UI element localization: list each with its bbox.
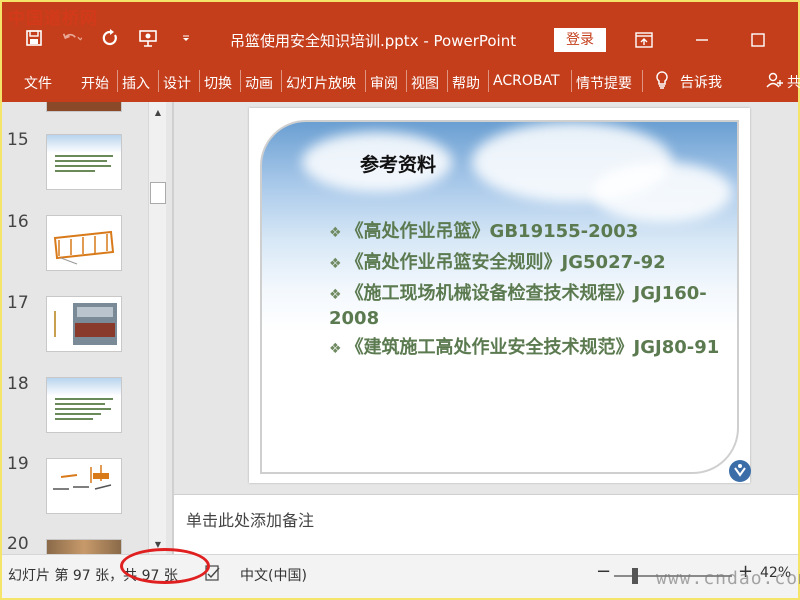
tab-home[interactable]: 开始 <box>81 73 109 93</box>
ribbon-display-options-icon[interactable] <box>632 30 656 50</box>
reference-text: 《高处作业吊篮安全规则》JG5027-92 <box>345 252 666 273</box>
site-logo-icon <box>729 460 751 482</box>
tab-insert[interactable]: 插入 <box>122 73 150 93</box>
tab-review[interactable]: 审阅 <box>370 73 398 93</box>
person-add-icon <box>766 71 784 93</box>
tab-separator <box>365 70 366 92</box>
diamond-bullet-icon: ❖ <box>329 225 342 241</box>
diamond-bullet-icon: ❖ <box>329 256 342 272</box>
zoom-out-button[interactable]: − <box>596 561 611 582</box>
diamond-bullet-icon: ❖ <box>329 287 342 303</box>
slide-title[interactable]: 参考资料 <box>360 150 436 177</box>
thumbnail-scrollbar[interactable]: ▲ ▼ <box>148 102 166 554</box>
reference-list[interactable]: ❖ 《高处作业吊篮》GB19155-2003 ❖ 《高处作业吊篮安全规则》JG502… <box>329 220 739 367</box>
ribbon-tabs: 文件 开始 插入 设计 切换 动画 幻灯片放映 审阅 视图 帮助 ACROBAT… <box>2 60 800 102</box>
annotation-circle <box>120 548 210 584</box>
tell-me-label: 告诉我 <box>680 75 722 91</box>
tab-separator <box>642 70 643 92</box>
tab-acrobat[interactable]: ACROBAT <box>493 73 560 89</box>
scroll-up-icon[interactable]: ▲ <box>150 104 166 120</box>
share-button[interactable]: 共 <box>766 71 800 93</box>
thumbnail-number: 18 <box>7 374 29 394</box>
slide-canvas[interactable]: 参考资料 ❖ 《高处作业吊篮》GB19155-2003 ❖ 《高处作业吊篮安全规则》… <box>249 108 750 483</box>
redo-icon[interactable] <box>100 28 120 48</box>
maximize-icon[interactable] <box>746 30 770 50</box>
diamond-bullet-icon: ❖ <box>329 341 342 357</box>
title-bar: 吊篮使用安全知识培训.pptx - PowerPoint 登录 <box>2 2 798 60</box>
thumbnail-number: 19 <box>7 454 29 474</box>
zoom-slider-handle[interactable] <box>632 568 638 584</box>
reference-item: ❖ 《建筑施工高处作业安全技术规范》JGJ80-91 <box>329 336 739 361</box>
share-label: 共 <box>787 75 800 91</box>
language-indicator[interactable]: 中文(中国) <box>240 565 307 585</box>
slide-thumbnail-16[interactable] <box>46 215 122 271</box>
watermark-top-left: 中国道桥网 <box>8 9 98 29</box>
slide-thumbnail-14[interactable] <box>46 102 122 112</box>
tab-separator <box>406 70 407 92</box>
tell-me-box[interactable]: 告诉我 <box>654 70 722 94</box>
notes-pane[interactable]: 单击此处添加备注 <box>174 494 798 554</box>
reference-item: ❖ 《高处作业吊篮安全规则》JG5027-92 <box>329 251 739 276</box>
tab-file[interactable]: 文件 <box>24 73 52 93</box>
minimize-icon[interactable] <box>690 30 714 50</box>
tab-separator <box>571 70 572 92</box>
tab-slideshow[interactable]: 幻灯片放映 <box>286 73 356 93</box>
window-title: 吊篮使用安全知识培训.pptx - PowerPoint <box>230 32 517 50</box>
slide-thumbnail-18[interactable] <box>46 377 122 433</box>
cloud-decoration <box>592 162 732 222</box>
tab-transitions[interactable]: 切换 <box>204 73 232 93</box>
tab-separator <box>488 70 489 92</box>
pane-divider[interactable] <box>172 102 174 554</box>
tab-view[interactable]: 视图 <box>411 73 439 93</box>
slide-thumbnail-15[interactable] <box>46 134 122 190</box>
customize-qat-icon[interactable] <box>176 28 196 48</box>
slide-thumbnail-19[interactable] <box>46 458 122 514</box>
slide-thumbnail-17[interactable] <box>46 296 122 352</box>
tab-storyboard[interactable]: 情节提要 <box>576 73 632 93</box>
tab-separator <box>199 70 200 92</box>
quick-access-toolbar <box>24 28 196 48</box>
reference-text: 《高处作业吊篮》GB19155-2003 <box>345 221 639 242</box>
undo-icon[interactable] <box>62 28 82 48</box>
slideshow-start-icon[interactable] <box>138 28 158 48</box>
tab-separator <box>158 70 159 92</box>
thumbnail-number: 17 <box>7 293 29 313</box>
tab-design[interactable]: 设计 <box>163 73 191 93</box>
thumbnail-number: 16 <box>7 212 29 232</box>
tab-separator <box>281 70 282 92</box>
tab-separator <box>447 70 448 92</box>
save-icon[interactable] <box>24 28 44 48</box>
slide-thumbnail-20[interactable] <box>46 539 122 554</box>
notes-placeholder: 单击此处添加备注 <box>186 511 315 530</box>
tab-help[interactable]: 帮助 <box>452 73 480 93</box>
login-button[interactable]: 登录 <box>554 28 606 52</box>
reference-text: 《建筑施工高处作业安全技术规范》JGJ80-91 <box>345 337 720 358</box>
reference-text: 《施工现场机械设备检查技术规程》JGJ160-2008 <box>329 283 707 329</box>
reference-item: ❖ 《施工现场机械设备检查技术规程》JGJ160-2008 <box>329 282 739 330</box>
scrollbar-thumb[interactable] <box>150 182 166 204</box>
tab-separator <box>240 70 241 92</box>
thumbnail-number: 15 <box>7 130 29 150</box>
slide-thumbnail-pane: 15 16 17 18 19 20 <box>2 102 148 554</box>
tab-animations[interactable]: 动画 <box>245 73 273 93</box>
lightbulb-icon <box>654 70 670 94</box>
watermark-bottom-right: www.cndao.com <box>656 568 800 589</box>
thumbnail-number: 20 <box>7 534 29 554</box>
reference-item: ❖ 《高处作业吊篮》GB19155-2003 <box>329 220 739 245</box>
tab-separator <box>117 70 118 92</box>
